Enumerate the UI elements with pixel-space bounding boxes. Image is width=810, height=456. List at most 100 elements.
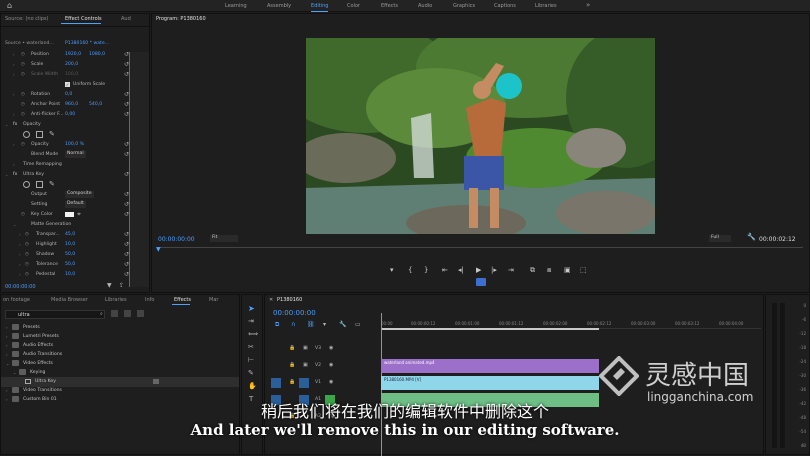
lock-icon[interactable]: 🔒 — [289, 362, 295, 368]
tab-effects[interactable]: Effects — [174, 297, 191, 303]
go-to-in-icon[interactable]: ⇤ — [442, 266, 448, 274]
add-marker-icon[interactable]: ▾ — [323, 321, 326, 328]
ws-tab-learning[interactable]: Learning — [225, 3, 247, 9]
ec-timecode[interactable]: 00:00:00:00 — [5, 284, 36, 290]
export-frame-icon[interactable]: ▣ — [564, 266, 571, 274]
lock-icon[interactable]: 🔒 — [289, 379, 295, 385]
position-x[interactable]: 1920,0 — [65, 52, 81, 57]
anti-flicker-value[interactable]: 0,00 — [65, 112, 75, 117]
snap-icon[interactable]: ∩ — [291, 321, 295, 328]
eye-icon[interactable]: ◉ — [329, 345, 333, 351]
eye-icon[interactable]: ◉ — [329, 379, 333, 385]
eye-icon[interactable]: ◉ — [329, 362, 333, 368]
32bit-filter-icon[interactable] — [124, 310, 131, 317]
position-y[interactable]: 1080,0 — [89, 52, 105, 57]
highlight-value[interactable]: 10,0 — [65, 242, 75, 247]
ws-tab-editing[interactable]: Editing — [311, 3, 329, 12]
ripple-edit-icon[interactable]: ⟺ — [248, 330, 258, 338]
opacity-value[interactable]: 100,0 % — [65, 142, 84, 147]
key-color-swatch[interactable] — [65, 212, 74, 217]
shadow-value[interactable]: 50,0 — [65, 252, 75, 257]
sync-lock-icon[interactable]: ▣ — [303, 362, 308, 368]
eyedropper-icon[interactable]: ⌖ — [77, 210, 81, 219]
step-forward-icon[interactable]: |▸ — [491, 266, 497, 274]
ws-tab-assembly[interactable]: Assembly — [267, 3, 291, 9]
overwrite-icon[interactable]: ⧈ — [547, 266, 551, 275]
setting-select[interactable]: Default — [65, 201, 86, 208]
effects-search-input[interactable]: ultra ⌕ — [5, 310, 105, 319]
linked-select-icon[interactable]: ⛓ — [307, 321, 315, 328]
lock-icon[interactable]: 🔒 — [289, 345, 295, 351]
source-patch-v1[interactable] — [271, 378, 281, 388]
hand-tool-icon[interactable]: ✋ — [248, 382, 257, 390]
rect-mask-icon[interactable] — [36, 181, 43, 188]
ws-tab-effects[interactable]: Effects — [381, 3, 398, 9]
track-select-icon[interactable]: ⇥ — [248, 317, 254, 325]
insert-icon[interactable]: ⧉ — [530, 266, 535, 275]
go-to-out-icon[interactable]: ⇥ — [508, 266, 514, 274]
pedestal-value[interactable]: 10,0 — [65, 272, 75, 277]
ws-tab-graphics[interactable]: Graphics — [453, 3, 475, 9]
tab-audio-mixer[interactable]: Aud — [121, 16, 131, 22]
selection-tool-icon[interactable]: ➤ — [248, 304, 255, 313]
program-timecode[interactable]: 00:00:00:00 — [158, 236, 195, 243]
slip-tool-icon[interactable]: ⊢ — [248, 356, 254, 364]
program-playhead[interactable]: ▼ — [156, 246, 161, 253]
tab-source[interactable]: Source: (no clips) — [5, 16, 48, 22]
section-ultra-key[interactable]: ⌄ fx Ultra Key ↺ — [1, 170, 141, 180]
target-v1[interactable] — [299, 378, 309, 388]
filter-icon[interactable]: ▼ — [107, 282, 112, 289]
accelerated-filter-icon[interactable] — [111, 310, 118, 317]
timeline-timecode[interactable]: 00:00:00:00 — [273, 309, 316, 317]
tab-markers[interactable]: Mar — [209, 297, 218, 303]
ws-tab-captions[interactable]: Captions — [494, 3, 516, 9]
mark-out-bracket-icon[interactable]: } — [424, 266, 428, 274]
timeline-ruler[interactable]: 00:00 00:00:00:12 00:00:01:00 00:00:01:1… — [381, 313, 761, 330]
pen-tool-icon[interactable]: ✎ — [248, 369, 254, 377]
tab-project[interactable]: on footage — [3, 297, 30, 303]
tab-media-browser[interactable]: Media Browser — [51, 297, 88, 303]
section-opacity[interactable]: ⌄ fx Opacity — [1, 120, 141, 130]
uniform-scale-checkbox[interactable]: ✓ — [65, 82, 70, 87]
tolerance-value[interactable]: 50,0 — [65, 262, 75, 267]
section-matte-generation[interactable]: ⌄ Matte Generation — [1, 220, 141, 230]
home-icon[interactable]: ⌂ — [7, 1, 12, 10]
program-scrub-bar[interactable] — [158, 247, 803, 255]
rotation-value[interactable]: 0,0 — [65, 92, 72, 97]
add-button-icon[interactable] — [476, 278, 486, 286]
rect-mask-icon[interactable] — [36, 131, 43, 138]
section-time-remapping[interactable]: › Time Remapping — [1, 160, 141, 170]
reset-icon[interactable]: ↺ — [124, 51, 129, 58]
play-icon[interactable]: ▶ — [476, 266, 481, 274]
scale-value[interactable]: 200,0 — [65, 62, 78, 67]
anchor-x[interactable]: 960,0 — [65, 102, 78, 107]
quality-select[interactable]: Full — [709, 235, 731, 242]
sequence-tab[interactable]: P1380160 — [277, 297, 302, 303]
settings-wrench-icon[interactable]: 🔧 — [339, 321, 346, 328]
anchor-y[interactable]: 540,0 — [89, 102, 102, 107]
pen-mask-icon[interactable]: ✎ — [49, 130, 55, 138]
ws-tab-audio[interactable]: Audio — [418, 3, 432, 9]
output-select[interactable]: Composite — [65, 191, 94, 198]
nest-icon[interactable]: ⧉ — [275, 321, 279, 329]
clip-p1380160-video[interactable]: P1380160.MP4 [V] — [381, 376, 599, 390]
captions-icon[interactable]: ▭ — [355, 321, 361, 328]
ws-tab-libraries[interactable]: Libraries — [535, 3, 557, 9]
ws-more-icon[interactable]: » — [586, 1, 590, 9]
sync-lock-icon[interactable]: ▣ — [303, 345, 308, 351]
tab-libraries[interactable]: Libraries — [105, 297, 127, 303]
transparency-value[interactable]: 45,0 — [65, 232, 75, 237]
step-back-icon[interactable]: ◂| — [458, 266, 464, 274]
yuv-filter-icon[interactable] — [137, 310, 144, 317]
ellipse-mask-icon[interactable] — [23, 131, 30, 138]
wrench-icon[interactable]: 🔧 — [747, 233, 756, 241]
close-icon[interactable]: ✕ — [269, 297, 273, 303]
clip-waterland[interactable]: waterland animated.mp4 — [381, 359, 599, 373]
mark-in-icon[interactable]: ▾ — [390, 266, 394, 274]
pen-mask-icon[interactable]: ✎ — [49, 180, 55, 188]
razor-tool-icon[interactable]: ✂ — [248, 343, 254, 351]
mark-in-bracket-icon[interactable]: { — [408, 266, 412, 274]
tab-info[interactable]: Info — [145, 297, 154, 303]
ws-tab-color[interactable]: Color — [347, 3, 360, 9]
fit-select[interactable]: Fit — [210, 235, 238, 242]
